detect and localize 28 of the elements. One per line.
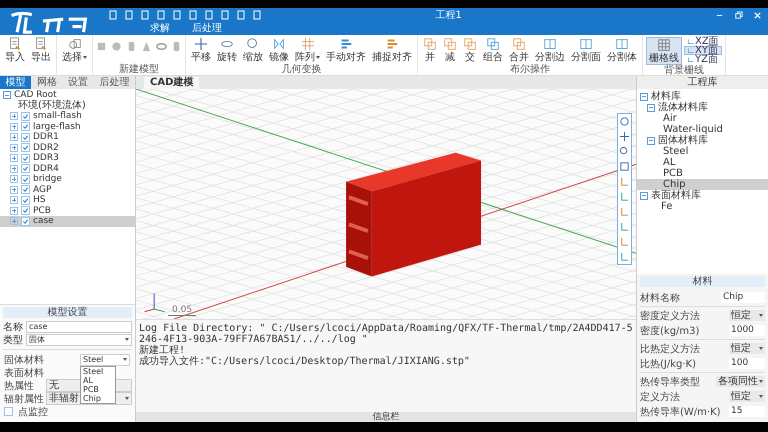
- field-label: 固体材料: [4, 354, 44, 366]
- log-line: Log File Directory: " C:/Users/lcoci/AppData/Roaming/QFX/TF-Thermal/tmp/2A4DD417-5246-4F13-903A-79FF7A67BA51/../../log ": [139, 323, 633, 345]
- field-label: 表面材料: [4, 366, 44, 380]
- group-label: 布尔操作: [510, 64, 550, 75]
- field-label: 热传导率类型: [640, 376, 700, 388]
- panel-title: 模型设置: [3, 307, 132, 318]
- checkbox-label: 点监控: [18, 406, 49, 418]
- field-label: 密度定义方法: [640, 310, 700, 322]
- field-label: 热传导率(W/m·K): [640, 406, 721, 418]
- field-label: 定义方法: [640, 390, 680, 404]
- field-label: 辐射属性: [4, 392, 44, 406]
- field-label: 热属性: [4, 380, 35, 392]
- window-title: 工程1: [434, 9, 463, 22]
- group-label: 新建模型: [119, 64, 159, 75]
- panel-title: 工程库: [637, 76, 768, 89]
- scale-bar: 0.05: [168, 305, 196, 316]
- status-label: 信息栏: [372, 412, 400, 422]
- field-label: 材料名称: [640, 292, 680, 304]
- field-label: 名称: [3, 320, 23, 334]
- group-label: 几何变换: [282, 64, 322, 75]
- field-label: 密度(kg/m3): [640, 324, 700, 338]
- log-line: 新建工程!: [139, 345, 186, 356]
- panel-title: 材料: [640, 276, 765, 287]
- log-line: 成功导入文件:"C:/Users/lcoci/Desktop/Thermal/JIXIANG.stp": [139, 356, 471, 367]
- field-label: 比热(J/kg·K): [640, 358, 696, 370]
- field-label: 比热定义方法: [640, 342, 700, 356]
- group-label: 背景栅线: [664, 65, 704, 76]
- field-label: 类型: [3, 334, 23, 346]
